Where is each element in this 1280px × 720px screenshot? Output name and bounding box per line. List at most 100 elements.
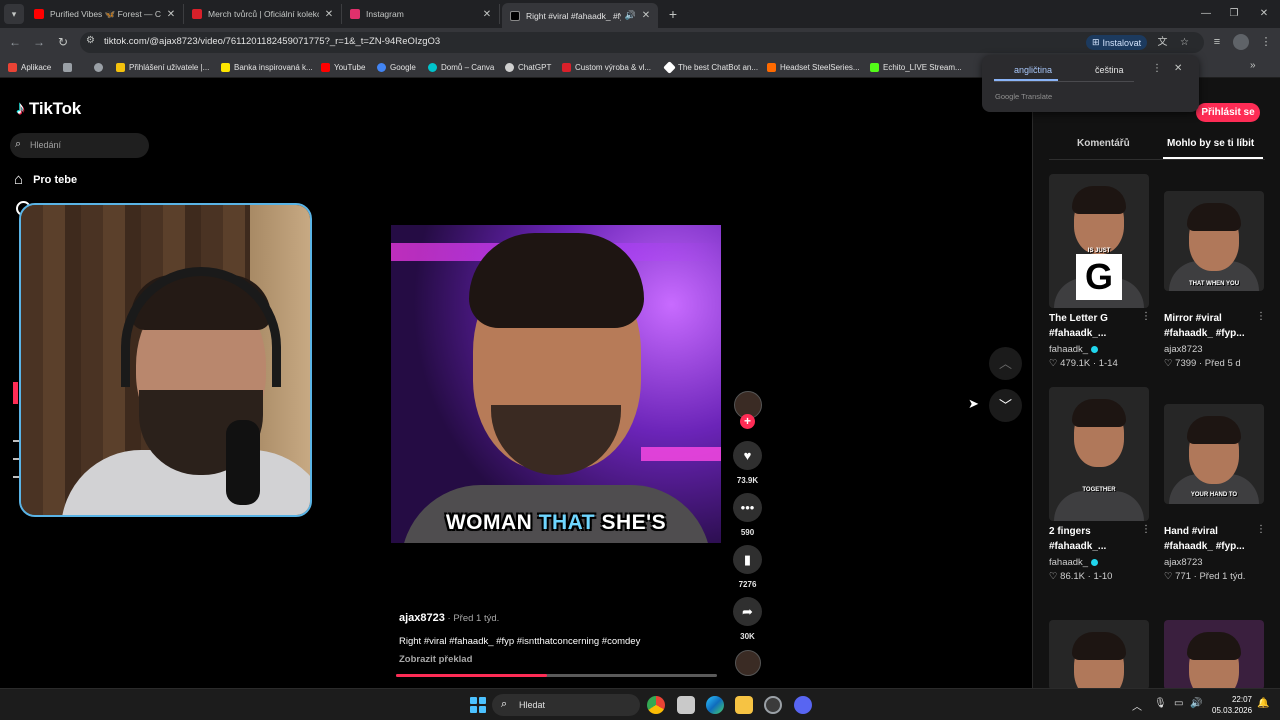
author-name[interactable]: fahaadk_ (1049, 344, 1088, 355)
tab-close-icon[interactable]: ✕ (640, 10, 652, 21)
share-button[interactable]: ➦ (733, 597, 762, 626)
video-thumbnail[interactable]: THAT WHEN YOU (1164, 191, 1264, 291)
video-thumbnail[interactable] (1049, 620, 1149, 688)
translate-source-lang[interactable]: angličtina (1014, 65, 1052, 75)
chrome-icon[interactable] (647, 696, 665, 714)
more-options-icon[interactable]: ⋮ (1141, 524, 1151, 535)
speaker-icon[interactable]: 🔊 (625, 10, 636, 21)
search-input[interactable] (30, 137, 140, 153)
site-info-icon[interactable]: ⚙ (86, 35, 95, 46)
translate-icon[interactable]: 文 (1155, 35, 1170, 50)
card-author[interactable]: fahaadk_ (1049, 557, 1099, 568)
chrome-menu-icon[interactable]: ⋮ (1257, 33, 1275, 51)
tab-search-button[interactable]: ▾ (4, 4, 24, 24)
close-window-icon[interactable]: ✕ (1256, 6, 1272, 22)
bookmark-tab-groups[interactable] (63, 60, 76, 74)
tiktok-logo[interactable]: ♪ TikTok (16, 98, 81, 119)
next-video-button[interactable]: ﹀ (989, 389, 1022, 422)
restore-icon[interactable]: ❐ (1226, 6, 1242, 22)
back-button[interactable]: ← (6, 33, 24, 51)
card-author[interactable]: fahaadk_ (1049, 344, 1099, 355)
tab-comments[interactable]: Komentářů (1077, 138, 1130, 149)
video-progress-bar[interactable] (396, 674, 717, 677)
more-options-icon[interactable]: ⋮ (1256, 311, 1266, 322)
video-thumbnail[interactable]: IS JUST G (1049, 174, 1149, 308)
tab-close-icon[interactable]: ✕ (165, 9, 177, 20)
more-bookmarks-icon[interactable]: » (1250, 60, 1256, 71)
bookmark-item[interactable]: Headset SteelSeries... (767, 60, 860, 74)
tab-close-icon[interactable]: ✕ (323, 9, 335, 20)
address-bar[interactable]: ⚙ tiktok.com/@ajax8723/video/76112011824… (80, 32, 1204, 53)
steam-icon[interactable] (764, 696, 782, 714)
bookmark-item[interactable]: Custom výroba & vl... (562, 60, 651, 74)
author-name[interactable]: fahaadk_ (1049, 557, 1088, 568)
comment-button[interactable]: ••• (733, 493, 762, 522)
video-thumbnail[interactable]: YOUR HAND TO (1164, 404, 1264, 504)
bookmark-item[interactable]: Banka inspirovaná k... (221, 60, 313, 74)
bookmark-item[interactable]: Domů – Canva (428, 60, 494, 74)
browser-tab[interactable]: Purified Vibes 🦋 Forest — Chi ✕ (26, 4, 184, 24)
save-button[interactable]: ▮ (733, 545, 762, 574)
new-tab-button[interactable]: + (664, 5, 682, 23)
install-app-button[interactable]: ⊞ Instalovat (1086, 35, 1148, 50)
browser-tab[interactable]: Merch tvůrců | Oficiální kolekce ✕ (184, 4, 342, 24)
show-translation-link[interactable]: Zobrazit překlad (399, 654, 472, 665)
bookmark-item[interactable]: The best ChatBot an... (663, 60, 758, 74)
reload-button[interactable]: ↻ (54, 33, 72, 51)
more-options-icon[interactable]: ⋮ (1141, 311, 1151, 322)
translate-options-icon[interactable]: ⋮ (1152, 63, 1162, 74)
file-explorer-icon[interactable] (735, 696, 753, 714)
volume-icon[interactable]: 🔊 (1190, 698, 1202, 709)
nav-item-for-you[interactable]: ⌂ Pro tebe (14, 171, 77, 188)
login-button[interactable]: Přihlásit se (1196, 103, 1260, 122)
card-author[interactable]: ajax8723 (1164, 344, 1203, 355)
author-name[interactable]: ajax8723 (1164, 344, 1203, 355)
translate-target-lang[interactable]: čeština (1095, 65, 1124, 75)
tab-close-icon[interactable]: ✕ (481, 9, 493, 20)
card-title[interactable]: Hand #viral #fahaadk_ #fyp... (1164, 524, 1250, 554)
video-thumbnail[interactable]: TOGETHER (1049, 387, 1149, 521)
translate-close-icon[interactable]: ✕ (1174, 63, 1182, 74)
forward-button[interactable]: → (30, 33, 48, 51)
card-title[interactable]: The Letter G #fahaadk_... (1049, 311, 1135, 341)
reading-list-icon[interactable]: ≡ (1208, 33, 1226, 51)
browser-tab[interactable]: Instagram ✕ (342, 4, 500, 24)
bookmark-item[interactable]: Echito_LIVE Stream... (870, 60, 962, 74)
discord-icon[interactable] (794, 696, 812, 714)
taskbar-clock[interactable]: 22:07 05.03.2026 (1212, 694, 1252, 716)
microphone-icon[interactable]: 🎙 (1154, 698, 1167, 709)
card-author[interactable]: ajax8723 (1164, 557, 1203, 568)
bookmark-star-icon[interactable]: ☆ (1177, 35, 1192, 50)
previous-video-button[interactable]: ︿ (989, 347, 1022, 380)
bookmark-item[interactable]: Google (377, 60, 416, 74)
card-title[interactable]: 2 fingers #fahaadk_... (1049, 524, 1135, 554)
bookmark-item[interactable]: ChatGPT (505, 60, 551, 74)
taskbar-search[interactable]: ⌕ Hledat (492, 694, 640, 716)
video-player[interactable]: WOMAN THAT SHE'S (391, 225, 721, 543)
store-icon[interactable] (677, 696, 695, 714)
notifications-icon[interactable]: 🔔 (1257, 698, 1269, 709)
tab-you-may-like[interactable]: Mohlo by se ti líbit (1167, 138, 1254, 149)
sound-disc[interactable] (735, 650, 761, 676)
bookmark-item[interactable] (94, 60, 107, 74)
bookmark-item[interactable]: YouTube (321, 60, 365, 74)
windows-start-icon[interactable] (470, 697, 486, 713)
bookmark-apps[interactable]: Aplikace (8, 60, 51, 74)
author-name[interactable]: ajax8723 (1164, 557, 1203, 568)
network-icon[interactable]: ▭ (1174, 698, 1183, 709)
browser-tab-active[interactable]: Right #viral #fahaadk_ #fyp 🔊 ✕ (502, 3, 658, 28)
minimize-icon[interactable]: — (1198, 6, 1214, 22)
address-url[interactable]: tiktok.com/@ajax8723/video/7611201182459… (104, 36, 440, 47)
like-button[interactable]: ♥ (733, 441, 762, 470)
follow-plus-icon[interactable]: + (740, 414, 755, 429)
tray-chevron-icon[interactable]: ︿ (1132, 698, 1142, 713)
search-box[interactable]: ⌕ (10, 133, 149, 158)
author-name[interactable]: ajax8723 (399, 612, 445, 624)
video-author[interactable]: ajax8723 · Před 1 týd. (399, 612, 499, 624)
more-options-icon[interactable]: ⋮ (1256, 524, 1266, 535)
edge-icon[interactable] (706, 696, 724, 714)
bookmark-item[interactable]: Přihlášení uživatele |... (116, 60, 209, 74)
video-thumbnail[interactable] (1164, 620, 1264, 688)
card-title[interactable]: Mirror #viral #fahaadk_ #fyp... (1164, 311, 1250, 341)
profile-avatar[interactable] (1233, 34, 1249, 50)
